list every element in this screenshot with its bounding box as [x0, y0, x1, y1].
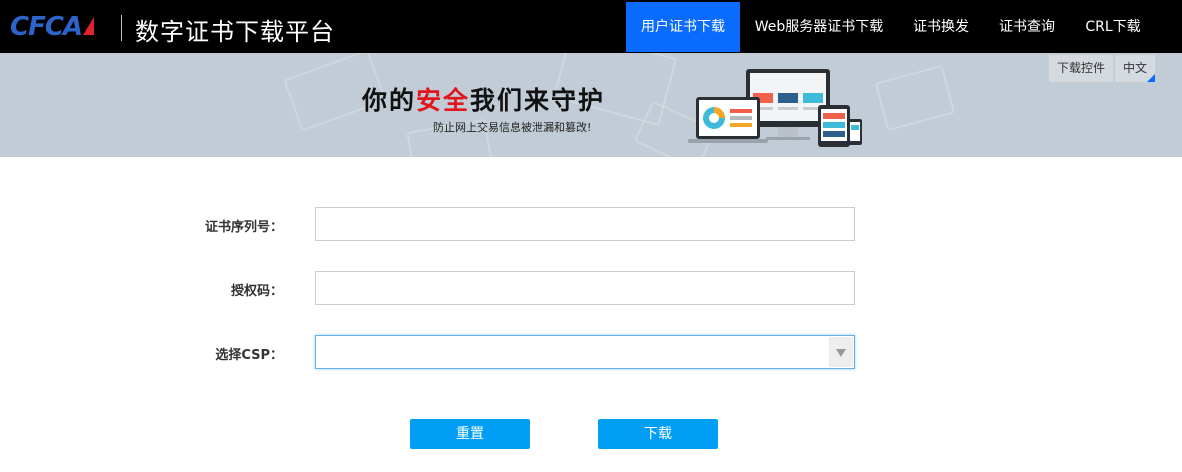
banner-tools: 下载控件 中文 [1047, 55, 1156, 82]
nav-crl-download[interactable]: CRL下载 [1070, 2, 1156, 52]
auth-code-label: 授权码： [230, 284, 283, 299]
site-title: 数字证书下载平台 [135, 18, 335, 46]
serial-number-input[interactable] [315, 207, 855, 241]
download-button[interactable]: 下载 [598, 419, 718, 449]
banner-slogan: 你的安全我们来守护 [362, 81, 605, 117]
main-nav: 用户证书下载 Web服务器证书下载 证书换发 证书查询 CRL下载 [626, 2, 1156, 52]
nav-web-server-cert-download[interactable]: Web服务器证书下载 [740, 2, 898, 52]
top-navigation-bar: CFCA 数字证书下载平台 用户证书下载 Web服务器证书下载 证书换发 证书查… [0, 0, 1182, 53]
reset-button[interactable]: 重置 [410, 419, 530, 449]
download-control-button[interactable]: 下载控件 [1048, 55, 1113, 82]
chevron-down-icon[interactable] [829, 337, 853, 367]
logo-text: CFCA [10, 12, 83, 42]
auth-code-input[interactable] [315, 271, 855, 305]
nav-cert-query[interactable]: 证书查询 [984, 2, 1070, 52]
devices-illustration [688, 69, 862, 147]
serial-number-row: 证书序列号： [0, 207, 1182, 241]
banner: 你的安全我们来守护 防止网上交易信息被泄漏和篡改! 下载控件 中文 [0, 53, 1182, 157]
csp-select[interactable] [315, 335, 855, 369]
slogan-prefix: 你的 [362, 86, 417, 115]
language-switch-button[interactable]: 中文 [1114, 55, 1156, 82]
csp-select-label: 选择CSP： [215, 348, 283, 363]
logo-flag-icon [83, 17, 94, 35]
auth-code-row: 授权码： [0, 271, 1182, 305]
decorative-card-shape [874, 64, 956, 132]
banner-subtitle: 防止网上交易信息被泄漏和篡改! [433, 121, 592, 134]
nav-cert-renewal[interactable]: 证书换发 [898, 2, 984, 52]
serial-number-label: 证书序列号： [204, 220, 283, 235]
slogan-suffix: 我们来守护 [470, 86, 606, 115]
logo-divider [121, 15, 122, 41]
nav-user-cert-download[interactable]: 用户证书下载 [626, 2, 740, 52]
csp-select-row: 选择CSP： [0, 335, 1182, 369]
slogan-highlight: 安全 [416, 86, 471, 115]
